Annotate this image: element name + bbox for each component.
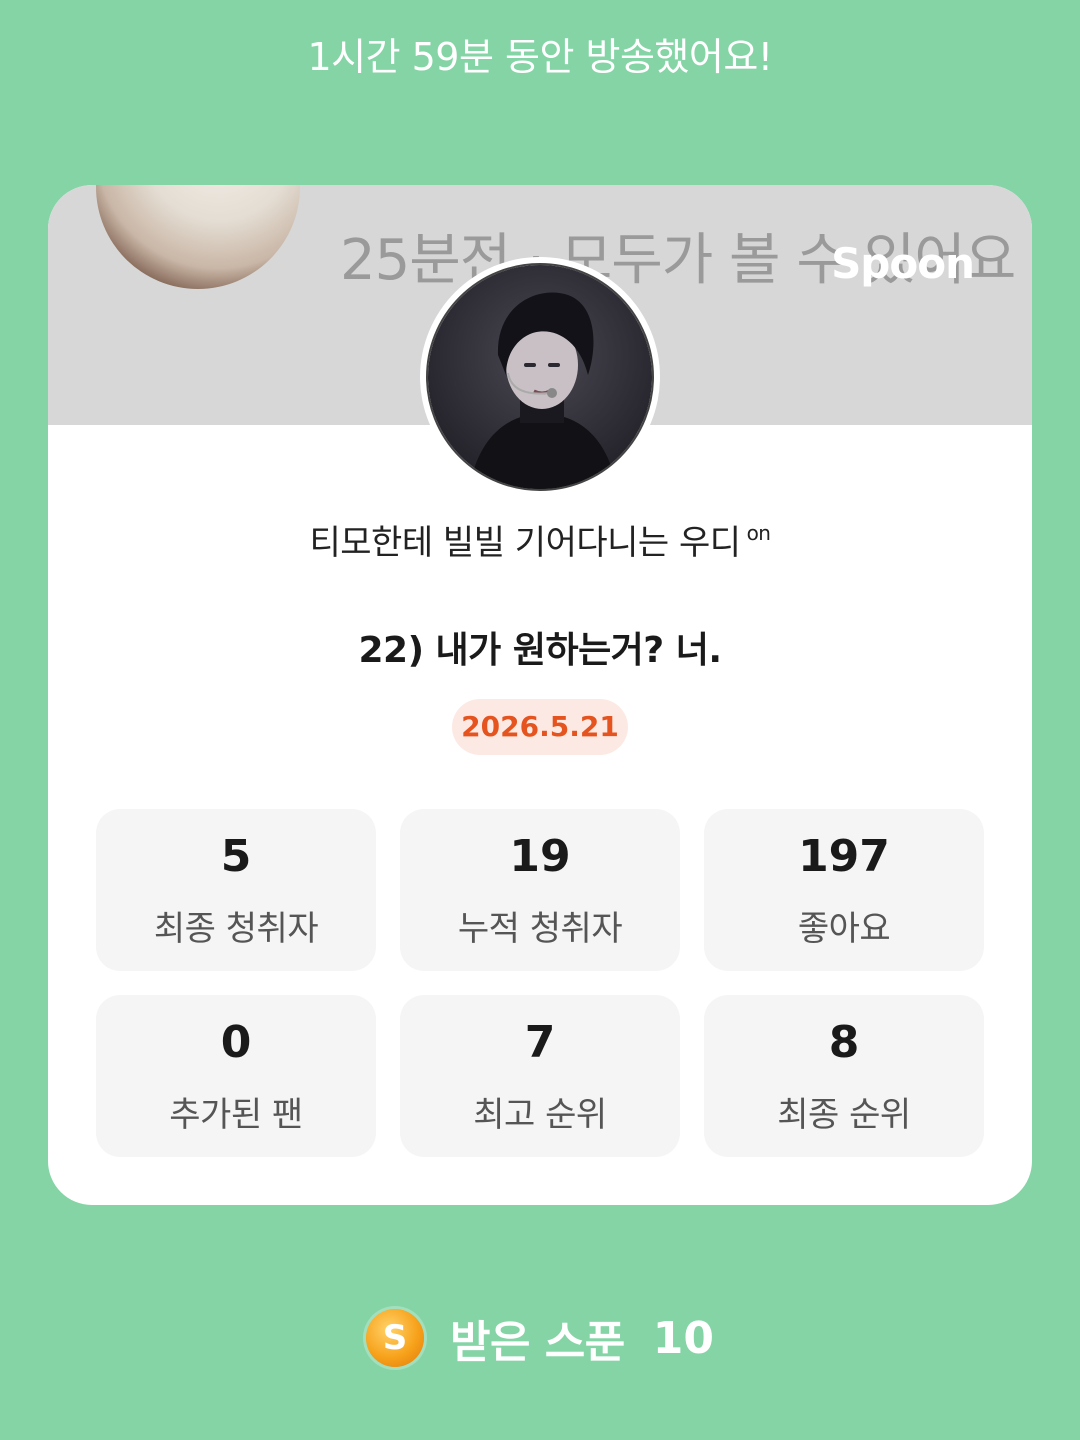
stat-value: 5 [220, 831, 252, 882]
dj-name: 티모한테 빌빌 기어다니는 우디 on [309, 521, 771, 563]
stat-value: 197 [798, 831, 890, 882]
received-spoons: S 받은 스푼 10 [0, 1306, 1080, 1370]
stat-highest-rank: 7 최고 순위 [400, 995, 680, 1157]
received-spoons-label: 받은 스푼 [450, 1317, 625, 1368]
stat-total-listeners: 19 누적 청취자 [400, 809, 680, 971]
dj-badge: on [746, 521, 771, 545]
broadcast-date-badge: 2026.5.21 [452, 699, 628, 755]
stat-new-fans: 0 추가된 팬 [96, 995, 376, 1157]
banner-avatar-image [96, 185, 300, 289]
stat-final-listeners: 5 최종 청취자 [96, 809, 376, 971]
stat-label: 누적 청취자 [457, 909, 623, 949]
broadcast-title: 22) 내가 원하는거? 너. [358, 630, 722, 671]
stat-label: 최종 청취자 [153, 909, 319, 949]
stat-final-rank: 8 최종 순위 [704, 995, 984, 1157]
broadcast-duration-title: 1시간 59분 동안 방송했어요! [307, 35, 773, 79]
stat-label: 좋아요 [797, 909, 891, 949]
stats-grid: 5 최종 청취자 19 누적 청취자 197 좋아요 0 추가된 팬 7 최고 … [96, 809, 984, 1157]
stat-value: 7 [524, 1017, 556, 1068]
stat-label: 최종 순위 [777, 1095, 911, 1135]
spoon-coin-icon: S [366, 1309, 424, 1367]
stat-likes: 197 좋아요 [704, 809, 984, 971]
dj-avatar [420, 257, 660, 497]
broadcast-summary-card: 25분전 · 모두가 볼 수 있어요 Spoon 티모한테 빌빌 기어다니는 우… [48, 185, 1032, 1205]
stat-label: 추가된 팬 [169, 1095, 303, 1135]
received-spoons-count: 10 [652, 1312, 714, 1364]
stat-value: 19 [509, 831, 571, 882]
stat-value: 0 [220, 1017, 252, 1068]
spoon-logo: Spoon [831, 239, 975, 288]
stat-value: 8 [828, 1017, 860, 1068]
dj-avatar-image [428, 265, 652, 489]
stat-label: 최고 순위 [473, 1095, 607, 1135]
